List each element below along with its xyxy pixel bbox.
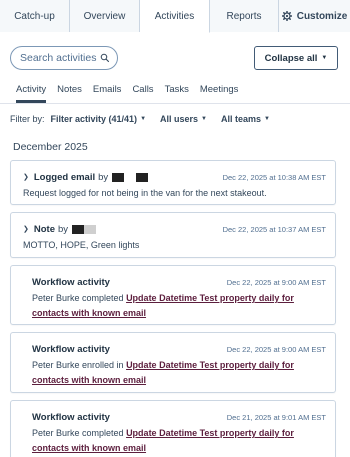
caret-down-icon: ▼	[264, 116, 270, 122]
activity-body: Request logged for not being in the van …	[23, 188, 267, 198]
filter-teams-dropdown[interactable]: All teams ▼	[221, 114, 270, 124]
activity-title: Note	[33, 223, 55, 235]
record-tab-bar: Catch-up Overview Activities Reports Cus…	[0, 0, 350, 33]
caret-down-icon: ▼	[321, 55, 328, 61]
subtab-emails[interactable]: Emails	[93, 84, 122, 103]
activity-title: Workflow activity	[32, 411, 110, 423]
filter-bar: Filter by: Filter activity (41/41) ▼ All …	[0, 108, 350, 130]
activity-title: Logged email	[33, 171, 96, 183]
activity-timestamp: Dec 22, 2025 at 9:00 AM EST	[226, 277, 326, 287]
activity-timestamp: Dec 22, 2025 at 10:38 AM EST	[222, 172, 326, 182]
activity-timestamp: Dec 22, 2025 at 9:00 AM EST	[226, 344, 326, 354]
activity-type-tabs: Activity Notes Emails Calls Tasks Meetin…	[0, 79, 350, 103]
customize-button[interactable]: Customize	[279, 0, 350, 32]
customize-label: Customize	[296, 10, 348, 22]
subtab-notes[interactable]: Notes	[57, 84, 82, 103]
tab-catch-up[interactable]: Catch-up	[0, 0, 70, 32]
subtab-activity[interactable]: Activity	[16, 84, 47, 103]
filter-activity-label: Filter activity (41/41)	[50, 114, 138, 124]
month-heading: December 2025	[13, 141, 88, 153]
activity-body: Peter Burke completed Update Datetime Te…	[23, 289, 326, 321]
caret-down-icon: ▼	[201, 116, 207, 122]
activity-timeline: ❯ Logged email by Dec 22, 2025 at 10:38 …	[0, 160, 350, 457]
search-input[interactable]: Search activities	[10, 46, 118, 70]
filter-users-label: All users	[160, 114, 199, 124]
activity-body: MOTTO, HOPE, Green lights	[23, 240, 140, 250]
workflow-actor: Peter Burke completed	[32, 293, 127, 303]
filter-users-dropdown[interactable]: All users ▼	[160, 114, 207, 124]
activity-card-workflow[interactable]: Workflow activity Dec 22, 2025 at 9:00 A…	[10, 332, 336, 393]
chevron-right-icon[interactable]: ❯	[23, 173, 29, 181]
tab-overview[interactable]: Overview	[70, 0, 140, 32]
caret-down-icon: ▼	[140, 116, 147, 122]
subtab-meetings[interactable]: Meetings	[200, 84, 239, 103]
activity-card-workflow[interactable]: Workflow activity Dec 22, 2025 at 9:00 A…	[10, 265, 336, 325]
redacted-space	[124, 173, 132, 182]
filter-activity-dropdown[interactable]: Filter activity (41/41) ▼	[51, 114, 147, 124]
chevron-right-icon[interactable]: ❯	[23, 225, 29, 233]
activity-toolbar: Search activities Collapse all ▼	[0, 37, 350, 79]
collapse-all-button[interactable]: Collapse all ▼	[254, 46, 338, 70]
tab-activities[interactable]: Activities	[140, 0, 210, 33]
gear-icon	[281, 11, 292, 21]
activity-body: Peter Burke completed Update Datetime Te…	[23, 424, 326, 456]
subtab-calls[interactable]: Calls	[132, 84, 153, 103]
redacted-name	[136, 172, 149, 182]
activity-title: Workflow activity	[32, 343, 110, 355]
activity-body: Peter Burke enrolled in Update Datetime …	[23, 356, 326, 388]
filter-teams-label: All teams	[221, 114, 262, 124]
search-placeholder: Search activities	[20, 52, 97, 64]
activity-timestamp: Dec 21, 2025 at 9:01 AM EST	[226, 412, 326, 422]
tab-reports[interactable]: Reports	[210, 0, 279, 32]
collapse-all-label: Collapse all	[264, 52, 318, 64]
activity-card-email[interactable]: ❯ Logged email by Dec 22, 2025 at 10:38 …	[10, 160, 336, 205]
workflow-actor: Peter Burke completed	[32, 428, 127, 438]
redacted-name	[84, 224, 97, 234]
activity-by: by	[98, 171, 109, 183]
filter-by-label: Filter by:	[10, 114, 45, 124]
activity-title: Workflow activity	[32, 276, 110, 288]
divider	[0, 103, 350, 104]
workflow-actor: Peter Burke enrolled in	[32, 360, 127, 370]
activity-timestamp: Dec 22, 2025 at 10:37 AM EST	[222, 224, 326, 234]
redacted-avatar	[72, 224, 85, 234]
subtab-tasks[interactable]: Tasks	[165, 84, 189, 103]
activity-card-workflow[interactable]: Workflow activity Dec 21, 2025 at 9:01 A…	[10, 400, 336, 457]
redacted-avatar	[112, 172, 125, 182]
activity-card-note[interactable]: ❯ Note by Dec 22, 2025 at 10:37 AM EST M…	[10, 212, 336, 258]
search-icon	[100, 53, 110, 63]
activity-by: by	[58, 223, 69, 235]
